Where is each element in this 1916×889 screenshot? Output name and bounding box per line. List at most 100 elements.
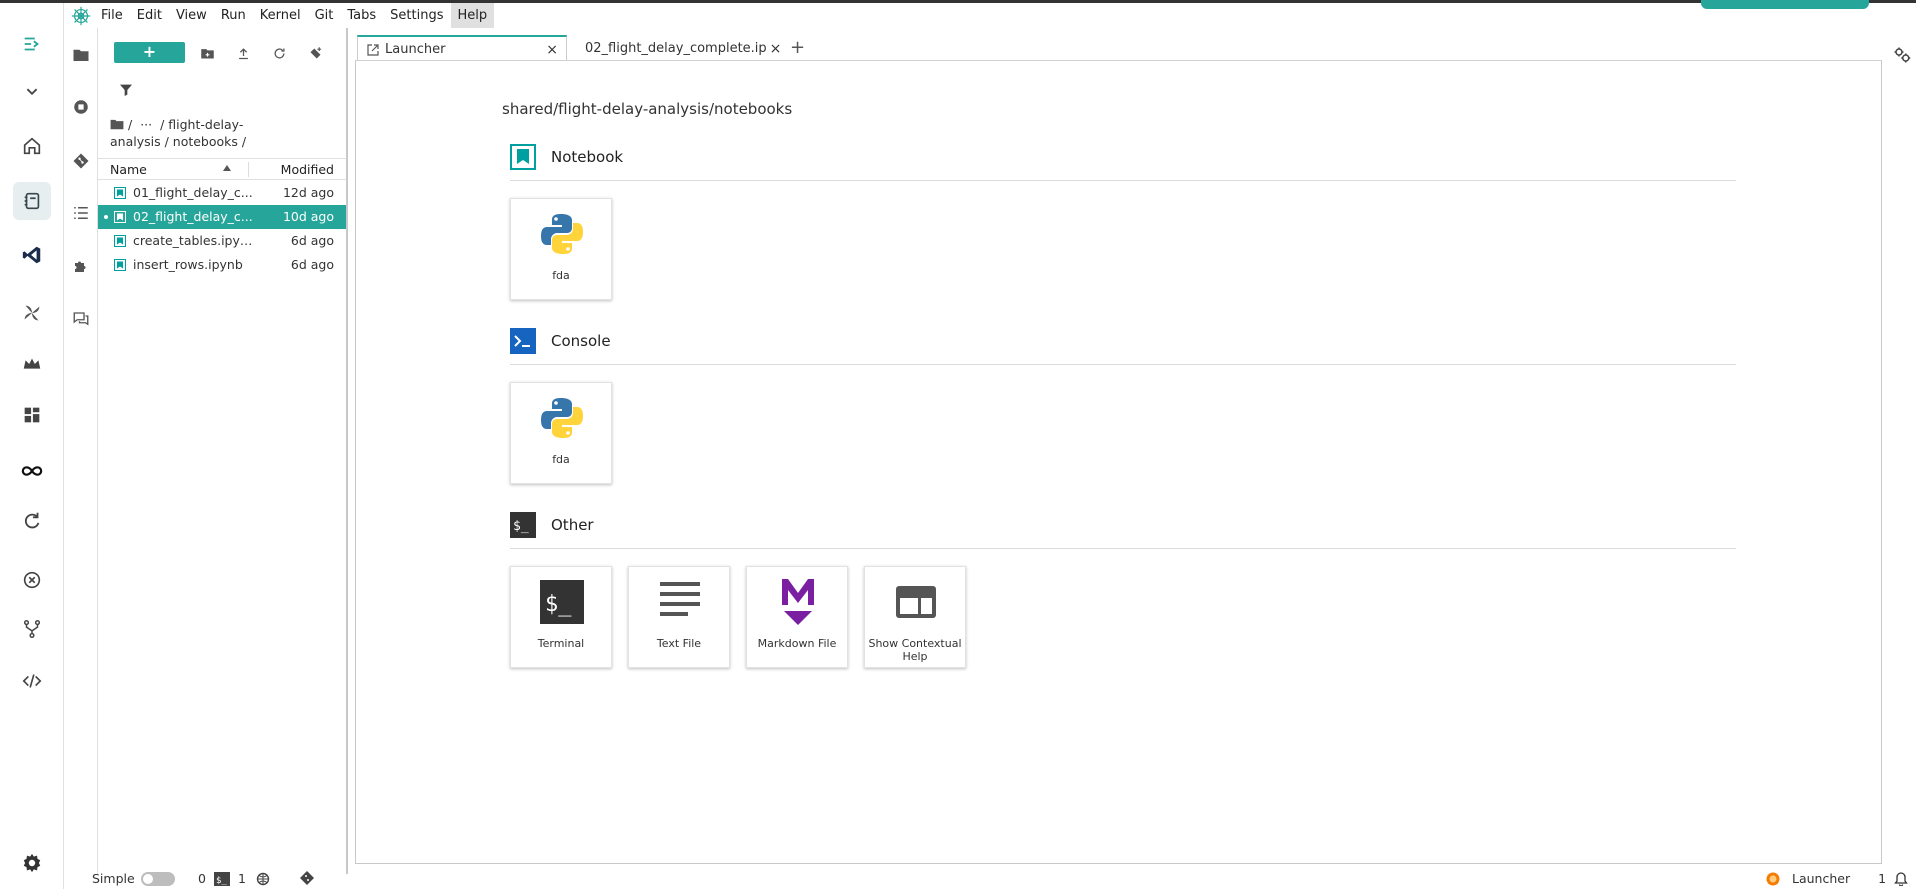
branch-icon[interactable] xyxy=(13,610,51,648)
terminal-icon: $_ xyxy=(537,577,587,627)
notebook-file-icon xyxy=(114,211,126,223)
text-file-icon xyxy=(655,577,705,627)
launcher-card-terminal[interactable]: $_ Terminal xyxy=(510,566,612,668)
crown-icon[interactable] xyxy=(13,345,51,383)
upload-icon[interactable] xyxy=(232,42,254,64)
kernel-status-icon xyxy=(1766,872,1780,885)
sync-icon[interactable] xyxy=(13,502,51,540)
python-icon xyxy=(537,393,587,443)
menu-tabs[interactable]: Tabs xyxy=(340,3,383,28)
left-sidebar-tabs xyxy=(64,28,98,874)
notebook-file-icon xyxy=(114,187,126,199)
file-browser: + / ··· / flight-delay-analysis / notebo… xyxy=(98,28,348,874)
launcher-card-markdown-file[interactable]: Markdown File xyxy=(746,566,848,668)
section-divider xyxy=(510,180,1736,181)
simple-mode-label: Simple xyxy=(92,871,135,886)
launcher-card-notebook-fda[interactable]: fda xyxy=(510,198,612,300)
kernel-globe-icon xyxy=(256,872,270,885)
launcher-card-contextual-help[interactable]: Show Contextual Help xyxy=(864,566,966,668)
git-icon[interactable] xyxy=(68,148,94,174)
section-console: Console xyxy=(510,328,611,354)
kernel-count: 1 xyxy=(237,871,246,886)
menu-settings[interactable]: Settings xyxy=(383,3,450,28)
column-modified[interactable]: Modified xyxy=(281,162,334,177)
dashboard-icon[interactable] xyxy=(13,396,51,434)
property-inspector-gears-icon[interactable] xyxy=(1893,46,1911,64)
card-label: Terminal xyxy=(537,637,585,650)
console-section-icon xyxy=(510,328,536,354)
tab-launcher[interactable]: Launcher × xyxy=(357,35,567,62)
file-row-selected[interactable]: 02_flight_delay_c... 10d ago xyxy=(98,205,346,229)
svg-text:$_: $_ xyxy=(545,592,572,617)
code-icon[interactable] xyxy=(13,662,51,700)
running-sessions[interactable]: 0 $_ 1 xyxy=(198,871,270,886)
infinity-icon[interactable] xyxy=(13,452,51,490)
file-name: insert_rows.ipynb xyxy=(133,257,243,272)
home-folder-icon[interactable] xyxy=(110,118,124,130)
launcher-card-text-file[interactable]: Text File xyxy=(628,566,730,668)
menu-view[interactable]: View xyxy=(169,3,214,28)
close-tab-icon[interactable]: × xyxy=(770,41,782,57)
chat-icon[interactable] xyxy=(68,306,94,332)
notebook-file-icon xyxy=(114,235,126,247)
table-of-contents-icon[interactable] xyxy=(68,200,94,226)
running-kernels-icon[interactable] xyxy=(68,94,94,120)
menu-kernel[interactable]: Kernel xyxy=(253,3,308,28)
new-folder-icon[interactable] xyxy=(196,42,218,64)
file-modified: 6d ago xyxy=(290,233,334,248)
file-row[interactable]: 01_flight_delay_c... 12d ago xyxy=(98,181,346,205)
menu-run[interactable]: Run xyxy=(214,3,253,28)
vscode-icon[interactable] xyxy=(13,236,51,274)
folder-icon[interactable] xyxy=(68,42,94,68)
menu-git[interactable]: Git xyxy=(308,3,341,28)
airflow-icon[interactable] xyxy=(13,294,51,332)
filter-icon[interactable] xyxy=(118,82,134,98)
python-icon xyxy=(537,209,587,259)
running-indicator xyxy=(104,215,108,219)
new-tab-button[interactable]: + xyxy=(790,37,805,58)
git-status-icon xyxy=(300,871,314,885)
kernel-status[interactable]: Launcher 1 xyxy=(1766,871,1908,886)
card-label: fda xyxy=(552,269,570,282)
column-name[interactable]: Name xyxy=(110,162,147,177)
file-list-header: Name Modified xyxy=(98,158,346,180)
cancel-circle-icon[interactable] xyxy=(13,561,51,599)
app-rail xyxy=(0,3,64,889)
settings-gear-icon[interactable] xyxy=(13,844,51,882)
menubar: File Edit View Run Kernel Git Tabs Setti… xyxy=(64,3,495,28)
file-row[interactable]: create_tables.ipynb 6d ago xyxy=(98,229,346,253)
simple-mode-toggle[interactable] xyxy=(140,871,175,886)
column-divider[interactable] xyxy=(248,162,249,177)
breadcrumb-root[interactable]: / xyxy=(128,117,132,132)
notification-bell-icon[interactable] xyxy=(1894,871,1908,886)
top-status-pill xyxy=(1701,0,1869,9)
chevron-down-icon[interactable] xyxy=(13,72,51,110)
menu-edit[interactable]: Edit xyxy=(130,3,169,28)
section-title: Other xyxy=(551,516,594,534)
file-modified: 6d ago xyxy=(290,257,334,272)
terminal-small-icon: $_ xyxy=(213,871,230,886)
contextual-help-icon xyxy=(891,577,941,627)
menu-file[interactable]: File xyxy=(94,3,130,28)
home-icon[interactable] xyxy=(13,127,51,165)
tab-notebook[interactable]: 02_flight_delay_complete.ip × xyxy=(570,35,781,62)
jupyter-logo-icon xyxy=(68,3,94,28)
refresh-icon[interactable] xyxy=(268,42,290,64)
menu-help[interactable]: Help xyxy=(450,3,495,28)
file-row[interactable]: insert_rows.ipynb 6d ago xyxy=(98,253,346,277)
section-title: Console xyxy=(551,332,611,350)
close-tab-icon[interactable]: × xyxy=(546,42,558,58)
simple-mode-switch[interactable]: Simple xyxy=(92,871,175,886)
launcher-card-console-fda[interactable]: fda xyxy=(510,382,612,484)
new-launcher-button[interactable]: + xyxy=(114,42,185,63)
svg-text:$_: $_ xyxy=(513,519,529,534)
markdown-icon xyxy=(773,577,823,627)
notebook-app-icon[interactable] xyxy=(13,182,51,220)
git-clone-icon[interactable] xyxy=(304,42,326,64)
extensions-puzzle-icon[interactable] xyxy=(68,253,94,279)
git-status[interactable] xyxy=(300,871,314,885)
file-modified: 10d ago xyxy=(282,209,334,224)
notebook-section-icon xyxy=(510,144,536,170)
breadcrumb-ellipsis[interactable]: ··· xyxy=(140,117,152,132)
collapse-sidebar-icon[interactable] xyxy=(13,25,51,63)
